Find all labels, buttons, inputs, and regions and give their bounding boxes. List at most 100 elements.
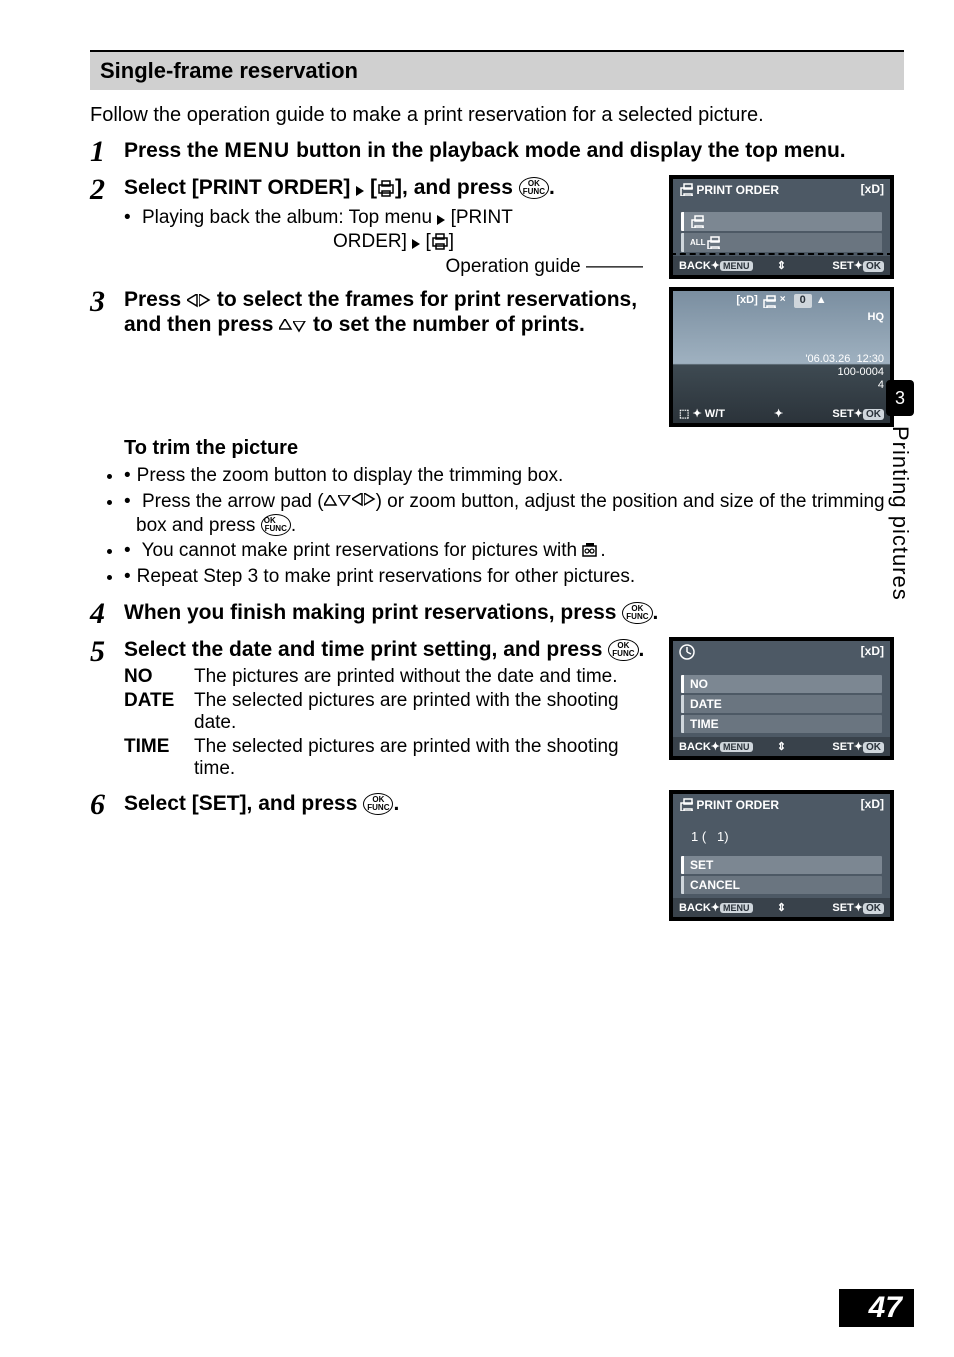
step-3: 3 Press to select the frames for print r… <box>90 287 904 591</box>
set-label: SET <box>832 741 853 753</box>
movie-icon <box>582 543 600 559</box>
side-tab: 3 Printing pictures <box>886 380 914 601</box>
back-label: BACK <box>679 260 711 272</box>
up-arrow-icon <box>279 319 293 331</box>
section-header: Single-frame reservation <box>90 50 904 90</box>
opt-time-val: The selected pictures are printed with t… <box>194 736 651 780</box>
count-copies: 1) <box>717 829 729 844</box>
step-4: 4 When you finish making print reservati… <box>90 599 904 629</box>
count-sheets: 1 ( <box>691 829 706 844</box>
card-indicator: [xD] <box>736 294 757 308</box>
print-icon <box>762 294 776 308</box>
print-icon <box>679 182 693 196</box>
opt-date-val: The selected pictures are printed with t… <box>194 690 651 734</box>
ok-badge: OK <box>863 742 884 753</box>
card-indicator: [xD] <box>861 644 884 660</box>
step1-text-b: button in the playback mode and display … <box>290 139 845 162</box>
t: . <box>393 792 399 815</box>
step2-text-b: [ <box>370 176 377 199</box>
t: to set the number of prints. <box>313 313 585 336</box>
trim-subtitle: To trim the picture <box>124 437 904 460</box>
nav-icon: ✦ <box>774 407 783 420</box>
step-2: 2 Select [PRINT ORDER] [ ], and press OKF… <box>90 175 904 279</box>
t: . <box>653 601 659 624</box>
screen-title: PRINT ORDER <box>696 183 779 197</box>
menu-time[interactable]: TIME <box>681 715 882 733</box>
clock-icon <box>679 644 695 660</box>
menu-date[interactable]: DATE <box>681 695 882 713</box>
step-number: 3 <box>90 287 124 317</box>
print-count: 0 <box>794 294 812 308</box>
step-number: 6 <box>90 790 124 820</box>
ok-badge: OK <box>863 409 884 420</box>
ok-func-icon: OKFUNC <box>261 514 291 536</box>
b-text: [PRINT <box>451 207 513 228</box>
right-arrow-icon <box>199 294 211 308</box>
quality-indicator: HQ <box>868 311 885 323</box>
t: Select [SET], and press <box>124 792 363 815</box>
menu-all-print[interactable]: ALL <box>681 233 882 252</box>
file-count: 4 <box>805 379 884 392</box>
left-arrow-icon <box>352 493 364 507</box>
ok-badge: OK <box>863 903 884 914</box>
trim-bullet-2: Press the arrow pad () or zoom button, a… <box>124 490 904 538</box>
screen-print-order: PRINT ORDER [xD] ALL BACK✦MENU ⇕ SET✦OK <box>669 175 894 279</box>
step-number: 5 <box>90 637 124 667</box>
set-label: SET <box>832 902 853 914</box>
right-arrow-icon <box>437 215 445 225</box>
card-indicator: [xD] <box>861 182 884 197</box>
down-arrow-icon <box>338 495 352 507</box>
nav-icon: ⇕ <box>771 740 792 753</box>
menu-no[interactable]: NO <box>681 675 882 693</box>
step-number: 2 <box>90 175 124 205</box>
time-stamp: 12:30 <box>856 353 884 365</box>
up-arrow-icon <box>324 495 338 507</box>
back-label: BACK <box>679 902 711 914</box>
print-icon <box>690 214 704 228</box>
nav-icon: ⇕ <box>771 901 792 914</box>
step2-bullet: Playing back the album: Top menu [PRINT … <box>124 206 651 254</box>
print-icon <box>706 235 720 249</box>
intro-text: Follow the operation guide to make a pri… <box>90 104 904 127</box>
t: You cannot make print reservations for p… <box>142 540 583 561</box>
menu-set[interactable]: SET <box>681 856 882 874</box>
ok-func-icon: OKFUNC <box>519 177 549 199</box>
b-text: Playing back the album: Top menu <box>142 207 437 228</box>
step-6: 6 Select [SET], and press OKFUNC. PRINT … <box>90 790 904 921</box>
date-stamp: '06.03.26 <box>805 353 850 365</box>
b-text: ] <box>449 231 454 252</box>
print-icon <box>377 179 395 197</box>
t: . <box>639 638 645 661</box>
trim-icon: ⬚ <box>679 408 689 420</box>
trim-bullet-3: You cannot make print reservations for p… <box>124 539 904 563</box>
step2-text-a: Select [PRINT ORDER] <box>124 176 356 199</box>
page-number: 47 <box>839 1289 914 1327</box>
chapter-title-vertical: Printing pictures <box>887 426 913 601</box>
opt-date-key: DATE <box>124 690 194 734</box>
menu-badge: MENU <box>720 261 753 271</box>
opguide-text: Operation guide <box>446 256 581 277</box>
step-number: 4 <box>90 599 124 629</box>
menu-single-print[interactable] <box>681 212 882 231</box>
menu-cancel[interactable]: CANCEL <box>681 876 882 894</box>
set-label: SET <box>832 260 853 272</box>
trim-bullet-4: Repeat Step 3 to make print reservations… <box>124 565 904 589</box>
zoom-label: W/T <box>705 408 725 420</box>
menu-badge: MENU <box>720 903 753 913</box>
opt-no-key: NO <box>124 666 194 688</box>
opt-no-val: The pictures are printed without the dat… <box>194 666 651 688</box>
up-indicator: ▲ <box>816 294 827 308</box>
ok-func-icon: OKFUNC <box>608 639 638 661</box>
t: . <box>600 540 605 561</box>
menu-button-label: MENU <box>224 139 290 162</box>
step2-text-c: ], and press <box>395 176 519 199</box>
right-arrow-icon <box>364 493 376 507</box>
back-label: BACK <box>679 741 711 753</box>
step2-text-d: . <box>549 176 555 199</box>
chapter-number-chip: 3 <box>886 380 914 416</box>
step-1: 1 Press the MENU button in the playback … <box>90 137 904 167</box>
print-icon <box>431 232 449 250</box>
left-arrow-icon <box>187 294 199 308</box>
t: . <box>291 515 296 536</box>
step-number: 1 <box>90 137 124 167</box>
